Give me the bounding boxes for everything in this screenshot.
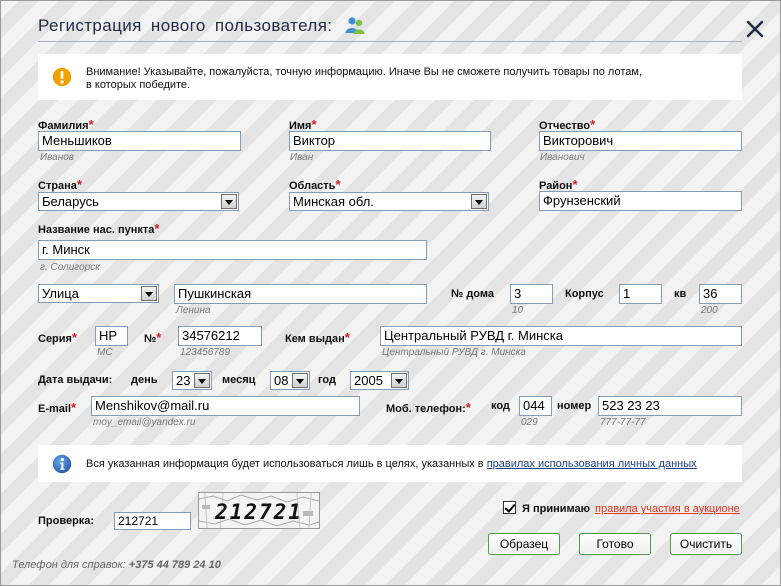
dialog-title: Регистрация нового пользователя: bbox=[38, 16, 366, 39]
street-input[interactable]: Пушкинская bbox=[174, 284, 427, 304]
apartment-label: кв bbox=[674, 288, 687, 300]
name-label: Имя* bbox=[289, 117, 317, 132]
passport-series-hint: MC bbox=[97, 347, 113, 358]
house-hint: 10 bbox=[512, 305, 524, 316]
help-phone: Телефон для справок: +375 44 789 24 10 bbox=[12, 559, 221, 571]
issue-day-select[interactable]: 23 bbox=[172, 371, 212, 390]
name-input[interactable]: Виктор bbox=[289, 131, 491, 151]
issue-year-label: год bbox=[318, 374, 336, 386]
agree-label: Я принимаю bbox=[522, 503, 590, 515]
chevron-down-icon[interactable] bbox=[391, 373, 407, 388]
issue-month-select[interactable]: 08 bbox=[270, 371, 310, 390]
passport-number-label: №* bbox=[144, 330, 162, 345]
house-label: № дома bbox=[451, 288, 494, 300]
privacy-rules-link[interactable]: правилах использования личных данных bbox=[487, 458, 697, 470]
chevron-down-icon[interactable] bbox=[141, 286, 157, 301]
patronymic-hint: Иванович bbox=[540, 152, 585, 163]
apartment-input[interactable]: 36 bbox=[699, 284, 742, 304]
patronymic-label: Отчество* bbox=[539, 117, 596, 132]
issued-by-label: Кем выдан* bbox=[285, 330, 350, 345]
patronymic-input[interactable]: Викторович bbox=[539, 131, 742, 151]
street-type-select[interactable]: Улица bbox=[38, 284, 159, 303]
info-icon bbox=[52, 454, 72, 474]
captcha-image: 212721 bbox=[198, 492, 320, 529]
mobile-number-hint: 777-77-77 bbox=[600, 417, 646, 428]
passport-number-input[interactable]: 34576212 bbox=[178, 326, 262, 346]
surname-input[interactable]: Меньшиков bbox=[38, 131, 241, 151]
info-text: Вся указанная информация будет использов… bbox=[86, 458, 697, 471]
chevron-down-icon[interactable] bbox=[221, 194, 237, 209]
captcha-label: Проверка: bbox=[38, 515, 95, 527]
mobile-code-label: код bbox=[491, 400, 510, 412]
sample-button[interactable]: Образец bbox=[488, 533, 560, 555]
issue-day-value: 23 bbox=[176, 373, 191, 388]
help-phone-number: +375 44 789 24 10 bbox=[128, 559, 221, 571]
settlement-input[interactable]: г. Минск bbox=[38, 240, 427, 260]
name-hint: Иван bbox=[290, 152, 314, 163]
dialog-title-text: Регистрация нового пользователя: bbox=[38, 16, 333, 35]
district-input[interactable]: Фрунзенский bbox=[539, 191, 742, 211]
done-button[interactable]: Готово bbox=[579, 533, 651, 555]
notice-line-2: в которых победите. bbox=[86, 79, 191, 91]
region-label: Область* bbox=[289, 177, 341, 192]
passport-series-input[interactable]: HP bbox=[95, 326, 128, 346]
mobile-label: Моб. телефон:* bbox=[386, 400, 471, 415]
email-field[interactable]: Menshikov@mail.ru bbox=[91, 396, 360, 416]
passport-series-label: Серия* bbox=[38, 330, 78, 345]
issued-by-hint: Центральный РУВД г. Минска bbox=[382, 347, 526, 358]
info-text-body: Вся указанная информация будет использов… bbox=[86, 458, 484, 470]
surname-label: Фамилия* bbox=[38, 117, 94, 132]
surname-hint: Иванов bbox=[40, 152, 74, 163]
chevron-down-icon[interactable] bbox=[292, 373, 308, 388]
issue-year-select[interactable]: 2005 bbox=[350, 371, 409, 390]
help-phone-label: Телефон для справок: bbox=[12, 559, 126, 571]
country-label: Страна* bbox=[38, 177, 82, 192]
agree-checkbox[interactable] bbox=[503, 501, 516, 514]
issue-day-label: день bbox=[131, 374, 158, 386]
country-value: Беларусь bbox=[42, 194, 99, 209]
clear-button[interactable]: Очистить bbox=[670, 533, 742, 555]
apartment-hint: 200 bbox=[701, 305, 718, 316]
chevron-down-icon[interactable] bbox=[471, 194, 487, 209]
street-hint: Ленина bbox=[176, 305, 211, 316]
chevron-down-icon[interactable] bbox=[194, 373, 210, 388]
street-type-value: Улица bbox=[42, 286, 79, 301]
region-select[interactable]: Минская обл. bbox=[289, 192, 489, 211]
settlement-hint: г. Солигорск bbox=[40, 262, 100, 273]
issued-by-input[interactable]: Центральный РУВД г. Минска bbox=[380, 326, 742, 346]
settlement-label: Название нас. пункта* bbox=[38, 221, 160, 236]
email-hint: moy_email@yandex.ru bbox=[93, 417, 196, 428]
warning-icon bbox=[52, 67, 72, 87]
notice-line-1: Внимание! Указывайте, пожалуйста, точную… bbox=[86, 66, 642, 78]
passport-number-hint: 123456789 bbox=[180, 347, 231, 358]
house-input[interactable]: 3 bbox=[510, 284, 553, 304]
region-value: Минская обл. bbox=[293, 194, 374, 209]
captcha-code: 212721 bbox=[215, 500, 303, 524]
auction-rules-link[interactable]: правила участия в аукционе bbox=[595, 503, 740, 516]
users-icon bbox=[344, 16, 366, 39]
issue-date-label: Дата выдачи: bbox=[38, 374, 113, 386]
issue-month-label: месяц bbox=[222, 374, 256, 386]
building-input[interactable]: 1 bbox=[619, 284, 662, 304]
district-label: Район* bbox=[539, 177, 578, 192]
issue-month-value: 08 bbox=[274, 373, 289, 388]
mobile-number-label: номер bbox=[557, 400, 592, 412]
mobile-code-hint: 029 bbox=[521, 417, 538, 428]
email-label: E-mail* bbox=[38, 400, 77, 415]
country-select[interactable]: Беларусь bbox=[38, 192, 239, 211]
mobile-number-input[interactable]: 523 23 23 bbox=[598, 396, 742, 416]
captcha-input[interactable]: 212721 bbox=[114, 512, 191, 530]
building-label: Корпус bbox=[565, 288, 604, 300]
title-divider bbox=[38, 41, 742, 42]
issue-year-value: 2005 bbox=[354, 373, 383, 388]
mobile-code-input[interactable]: 044 bbox=[519, 396, 552, 416]
close-icon[interactable] bbox=[744, 18, 766, 40]
